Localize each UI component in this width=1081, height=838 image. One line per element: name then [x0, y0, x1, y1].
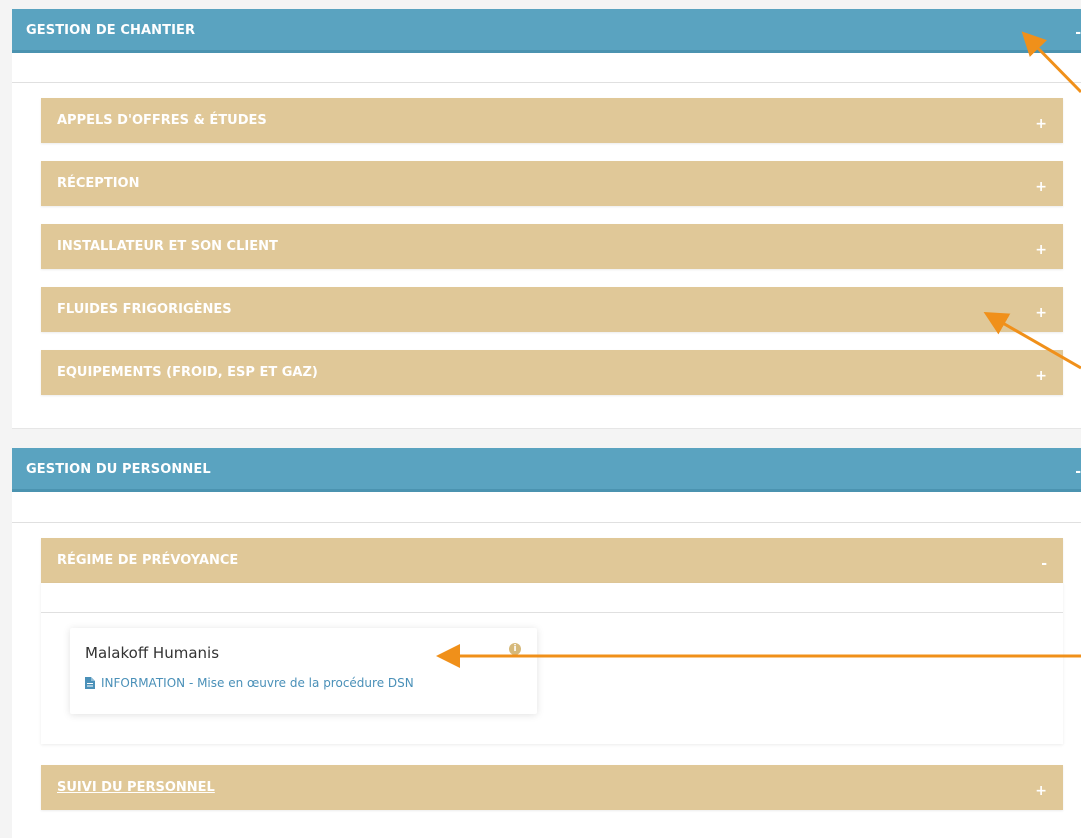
collapse-toggle[interactable]: - — [1075, 25, 1081, 41]
expand-toggle[interactable]: + — [1035, 179, 1047, 195]
expand-toggle[interactable]: + — [1035, 368, 1047, 384]
accordion-label: RÉGIME DE PRÉVOYANCE — [57, 553, 239, 568]
accordion-suivi-personnel[interactable]: SUIVI DU PERSONNEL + — [41, 765, 1063, 810]
expand-toggle[interactable]: + — [1035, 116, 1047, 132]
collapse-toggle[interactable]: - — [1041, 556, 1047, 572]
section-header-gestion-chantier[interactable]: GESTION DE CHANTIER - — [12, 9, 1081, 53]
collapse-toggle[interactable]: - — [1075, 464, 1081, 480]
accordion-regime-prevoyance[interactable]: RÉGIME DE PRÉVOYANCE - — [41, 538, 1063, 583]
divider — [41, 612, 1063, 613]
accordion-installateur[interactable]: INSTALLATEUR ET SON CLIENT + — [41, 224, 1063, 269]
section-header-gestion-personnel[interactable]: GESTION DU PERSONNEL - — [12, 448, 1081, 492]
accordion-label: INSTALLATEUR ET SON CLIENT — [57, 239, 278, 254]
divider — [12, 522, 1081, 523]
accordion-label: FLUIDES FRIGORIGÈNES — [57, 302, 232, 317]
accordion-fluides[interactable]: FLUIDES FRIGORIGÈNES + — [41, 287, 1063, 332]
divider — [12, 82, 1081, 83]
section-title: GESTION DE CHANTIER — [26, 23, 196, 38]
info-icon[interactable]: i — [509, 643, 521, 655]
accordion-reception[interactable]: RÉCEPTION + — [41, 161, 1063, 206]
accordion-label: RÉCEPTION — [57, 176, 140, 191]
accordion-label: SUIVI DU PERSONNEL — [57, 780, 215, 795]
expand-toggle[interactable]: + — [1035, 242, 1047, 258]
document-card: Malakoff Humanis i INFORMATION - Mise en… — [70, 628, 537, 714]
accordion-appels-offres[interactable]: APPELS D'OFFRES & ÉTUDES + — [41, 98, 1063, 143]
document-icon — [85, 677, 95, 692]
accordion-label: APPELS D'OFFRES & ÉTUDES — [57, 113, 267, 128]
document-link[interactable]: INFORMATION - Mise en œuvre de la procéd… — [85, 676, 414, 692]
page: GESTION DE CHANTIER - APPELS D'OFFRES & … — [0, 0, 1081, 838]
card-title: Malakoff Humanis — [85, 644, 220, 662]
expand-toggle[interactable]: + — [1035, 783, 1047, 799]
accordion-equipements[interactable]: EQUIPEMENTS (FROID, ESP ET GAZ) + — [41, 350, 1063, 395]
expand-toggle[interactable]: + — [1035, 305, 1047, 321]
accordion-label: EQUIPEMENTS (FROID, ESP ET GAZ) — [57, 365, 318, 380]
section-title: GESTION DU PERSONNEL — [26, 462, 211, 477]
document-link-label: INFORMATION - Mise en œuvre de la procéd… — [101, 676, 414, 690]
